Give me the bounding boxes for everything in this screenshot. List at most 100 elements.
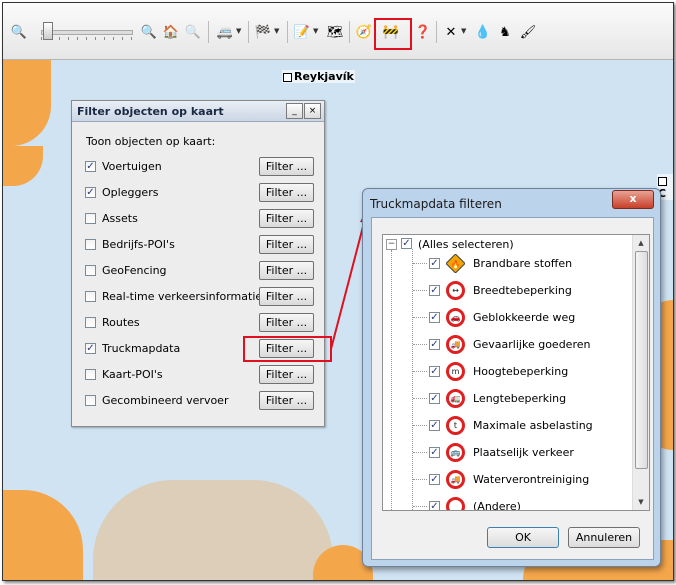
filter-button-opleggers[interactable]: Filter ... <box>259 183 314 202</box>
checkbox-real-time-verkeersinformatie[interactable] <box>85 291 96 302</box>
tree-expander[interactable]: − <box>386 239 397 250</box>
height-restriction-icon: m <box>446 362 465 381</box>
checkbox-truckmapdata[interactable]: ✓ <box>85 343 96 354</box>
dialog-close-button[interactable]: x <box>612 190 654 209</box>
filter-button-gecombineerd-vervoer[interactable]: Filter ... <box>259 391 314 410</box>
compass-icon[interactable]: 🧭 <box>356 24 372 40</box>
filter-tool-highlight <box>374 18 412 50</box>
row-label-bedrijfs-poi-s: Bedrijfs-POI's <box>102 238 175 251</box>
land-area <box>3 490 83 580</box>
tree-connector <box>413 452 427 453</box>
checkbox-kaart-poi-s[interactable] <box>85 369 96 380</box>
toolbar-separator <box>349 21 350 43</box>
route-edit-icon[interactable]: 📝 <box>294 24 310 40</box>
tree-line <box>412 249 413 510</box>
tree-item-checkbox[interactable]: ✓ <box>429 285 440 296</box>
filter-button-geofencing[interactable]: Filter ... <box>259 261 314 280</box>
tree-item-checkbox[interactable]: ✓ <box>429 474 440 485</box>
checkbox-geofencing[interactable] <box>85 265 96 276</box>
tree-item-label: Maximale asbelasting <box>473 419 593 432</box>
tree-connector <box>413 425 427 426</box>
tree-item-label: Plaatselijk verkeer <box>473 446 574 459</box>
row-label-gecombineerd-vervoer: Gecombineerd vervoer <box>102 394 229 407</box>
filter-button-kaart-poi-s[interactable]: Filter ... <box>259 365 314 384</box>
filter-button-real-time-verkeersinformatie[interactable]: Filter ... <box>259 287 314 306</box>
zoom-slider-thumb[interactable] <box>43 22 53 40</box>
row-label-truckmapdata: Truckmapdata <box>102 342 181 355</box>
zoom-slider-ticks <box>41 37 133 40</box>
close-icon[interactable]: ✕ <box>443 24 459 40</box>
ok-button[interactable]: OK <box>487 527 559 548</box>
tree-item-label: Lengtebeperking <box>473 392 567 405</box>
scroll-down-icon[interactable]: ▼ <box>633 494 649 510</box>
local-traffic-icon: 🚌 <box>446 443 465 462</box>
tree-connector <box>413 506 427 507</box>
tree-item-label: Hoogtebeperking <box>473 365 569 378</box>
filter-button-bedrijfs-poi-s[interactable]: Filter ... <box>259 235 314 254</box>
select-all-label[interactable]: (Alles selecteren) <box>418 238 514 251</box>
tree-scrollbar[interactable]: ▲ ▼ <box>632 235 649 510</box>
water-drop-icon[interactable]: 💧 <box>475 24 491 40</box>
zoom-window-icon[interactable]: 🔍 <box>185 24 201 40</box>
row-label-routes: Routes <box>102 316 140 329</box>
zoom-out-icon[interactable]: 🔍 <box>11 24 27 40</box>
chevron-down-icon[interactable]: ▼ <box>461 27 466 35</box>
dialog-body: − ✓ (Alles selecteren) ✓ 🔥 Brandbare stoff… <box>371 217 654 560</box>
tree-item-checkbox[interactable]: ✓ <box>429 420 440 431</box>
tree-connector <box>413 290 427 291</box>
filter-tree: − ✓ (Alles selecteren) ✓ 🔥 Brandbare stoff… <box>382 234 650 511</box>
toolbar-separator <box>208 21 209 43</box>
city-label-reykjavik[interactable]: Reykjavík <box>282 70 355 83</box>
cancel-button[interactable]: Annuleren <box>568 527 640 548</box>
tree-item-label: Breedtebeperking <box>473 284 572 297</box>
select-all-checkbox[interactable]: ✓ <box>401 238 412 249</box>
tree-item-checkbox[interactable]: ✓ <box>429 258 440 269</box>
filter-button-voertuigen[interactable]: Filter ... <box>259 157 314 176</box>
chevron-down-icon[interactable]: ▼ <box>274 27 279 35</box>
vehicle-tool-icon[interactable]: 🚐 <box>217 24 233 40</box>
tree-line <box>391 250 392 510</box>
chevron-down-icon[interactable]: ▼ <box>236 27 241 35</box>
checkbox-voertuigen[interactable]: ✓ <box>85 161 96 172</box>
tree-connector <box>413 317 427 318</box>
tree-item-checkbox[interactable]: ✓ <box>429 339 440 350</box>
dangerous-goods-icon: 🚚 <box>446 335 465 354</box>
toolbar-separator <box>436 21 437 43</box>
tree-item-label: Gevaarlijke goederen <box>473 338 591 351</box>
tree-item-checkbox[interactable]: ✓ <box>429 366 440 377</box>
horse-icon[interactable]: ♞ <box>497 24 513 40</box>
chevron-down-icon[interactable]: ▼ <box>313 27 318 35</box>
svg-text:🔥: 🔥 <box>451 259 461 269</box>
checkbox-opleggers[interactable]: ✓ <box>85 187 96 198</box>
zoom-slider-track[interactable] <box>41 30 133 35</box>
minimize-button[interactable]: _ <box>286 103 303 119</box>
zoom-home-icon[interactable]: 🏠 <box>163 24 179 40</box>
scrollbar-thumb[interactable] <box>635 251 648 469</box>
help-icon[interactable]: ❓ <box>415 24 431 40</box>
tree-item-checkbox[interactable]: ✓ <box>429 312 440 323</box>
scroll-up-icon[interactable]: ▲ <box>633 235 649 251</box>
brush-icon[interactable]: 🖌 <box>520 24 537 40</box>
row-label-real-time-verkeersinformatie: Real-time verkeersinformatie <box>102 290 263 303</box>
close-button[interactable]: × <box>304 103 321 119</box>
tree-item-checkbox[interactable]: ✓ <box>429 393 440 404</box>
filter-button-assets[interactable]: Filter ... <box>259 209 314 228</box>
checkbox-gecombineerd-vervoer[interactable] <box>85 395 96 406</box>
checkbox-assets[interactable] <box>85 213 96 224</box>
map-layers-icon[interactable]: 🗺 <box>327 24 344 40</box>
map-toolbar: 🔍 🔍 🏠 🔍 🚐 ▼ 🏁 ▼ 📝 ▼ 🗺 🧭 🚧 ❓ ✕ ▼ 💧 ♞ 🖌 <box>3 3 673 60</box>
flag-icon[interactable]: 🏁 <box>255 24 271 40</box>
tree-item-checkbox[interactable]: ✓ <box>429 447 440 458</box>
tree-item-checkbox[interactable]: ✓ <box>429 501 440 510</box>
blocked-road-icon: 🚗 <box>446 308 465 327</box>
checkbox-bedrijfs-poi-s[interactable] <box>85 239 96 250</box>
checkbox-routes[interactable] <box>85 317 96 328</box>
other-icon <box>446 497 465 510</box>
length-restriction-icon: 🚛 <box>446 389 465 408</box>
tree-connector <box>413 344 427 345</box>
land-area <box>3 146 43 186</box>
zoom-in-icon[interactable]: 🔍 <box>141 24 157 40</box>
filter-button-routes[interactable]: Filter ... <box>259 313 314 332</box>
row-label-geofencing: GeoFencing <box>102 264 167 277</box>
panel-titlebar[interactable]: Filter objecten op kaart _ × <box>72 101 324 122</box>
